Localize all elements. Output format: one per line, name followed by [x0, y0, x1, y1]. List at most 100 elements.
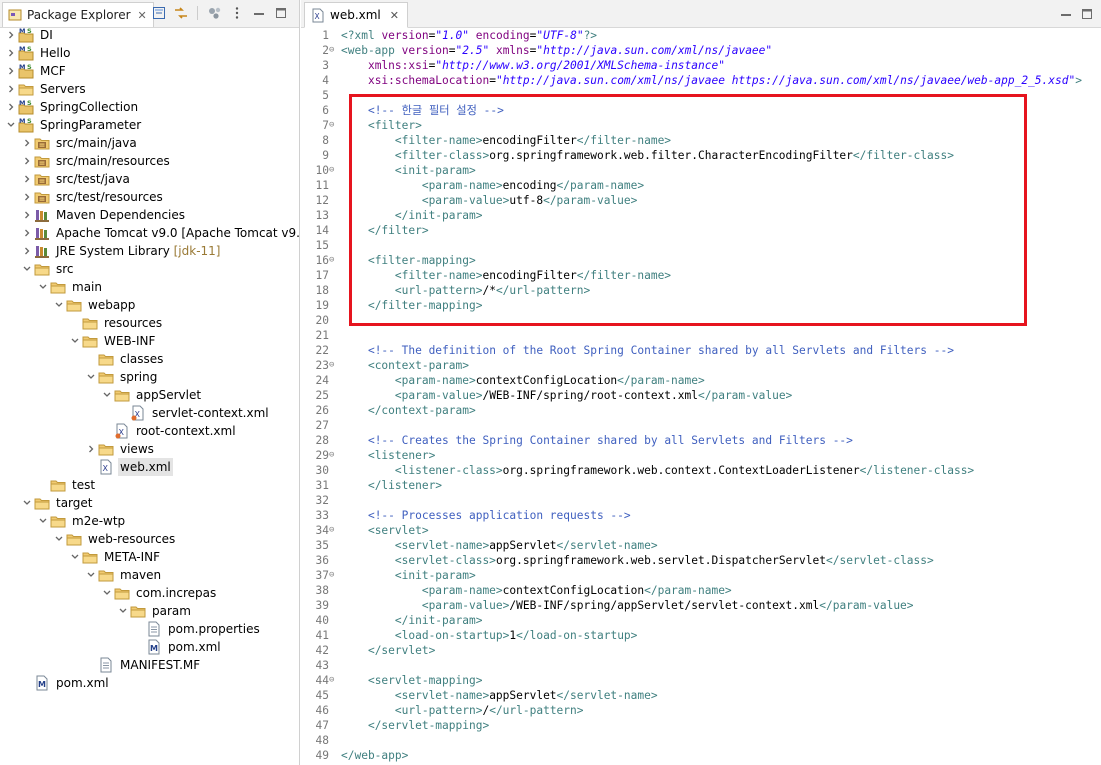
- tree-item[interactable]: resources: [0, 314, 299, 332]
- chevron-down-icon[interactable]: [38, 512, 48, 530]
- tree-item[interactable]: src/main/java: [0, 134, 299, 152]
- tree-item[interactable]: M S SpringParameter: [0, 116, 299, 134]
- tree-item[interactable]: m2e-wtp: [0, 512, 299, 530]
- chevron-down-icon[interactable]: [54, 530, 64, 548]
- fold-collapse-icon[interactable]: ⊖: [329, 358, 339, 373]
- tree-item[interactable]: appServlet: [0, 386, 299, 404]
- code-line[interactable]: 10 ⊖ <init-param>: [301, 163, 1101, 178]
- code-line[interactable]: 16 ⊖ <filter-mapping>: [301, 253, 1101, 268]
- tree-item[interactable]: M S MCF: [0, 62, 299, 80]
- code-line[interactable]: 22 <!-- The definition of the Root Sprin…: [301, 343, 1101, 358]
- tree-item[interactable]: main: [0, 278, 299, 296]
- code-line[interactable]: 29 ⊖ <listener>: [301, 448, 1101, 463]
- maximize-icon[interactable]: [272, 5, 289, 21]
- code-line[interactable]: 44 ⊖ <servlet-mapping>: [301, 673, 1101, 688]
- chevron-right-icon[interactable]: [22, 170, 32, 188]
- close-view-icon[interactable]: ✕: [138, 9, 147, 22]
- chevron-right-icon[interactable]: [6, 44, 16, 62]
- code-line[interactable]: 49 </web-app>: [301, 748, 1101, 763]
- code-line[interactable]: 11 <param-name>encoding</param-name>: [301, 178, 1101, 193]
- code-line[interactable]: 48: [301, 733, 1101, 748]
- code-line[interactable]: 1 <?xml version="1.0" encoding="UTF-8"?>: [301, 28, 1101, 43]
- chevron-right-icon[interactable]: [6, 80, 16, 98]
- code-line[interactable]: 28 <!-- Creates the Spring Container sha…: [301, 433, 1101, 448]
- code-line[interactable]: 40 </init-param>: [301, 613, 1101, 628]
- code-line[interactable]: 13 </init-param>: [301, 208, 1101, 223]
- fold-collapse-icon[interactable]: ⊖: [329, 568, 339, 583]
- code-area[interactable]: 1 <?xml version="1.0" encoding="UTF-8"?> 2…: [301, 27, 1101, 765]
- code-line[interactable]: 33 <!-- Processes application requests -…: [301, 508, 1101, 523]
- tree-item[interactable]: Apache Tomcat v9.0 [Apache Tomcat v9.0]: [0, 224, 299, 242]
- tree-item[interactable]: Servers: [0, 80, 299, 98]
- close-editor-icon[interactable]: ✕: [390, 9, 399, 22]
- code-line[interactable]: 14 </filter>: [301, 223, 1101, 238]
- chevron-right-icon[interactable]: [22, 134, 32, 152]
- chevron-right-icon[interactable]: [22, 188, 32, 206]
- tree-item[interactable]: web-resources: [0, 530, 299, 548]
- chevron-right-icon[interactable]: [86, 440, 96, 458]
- code-line[interactable]: 37 ⊖ <init-param>: [301, 568, 1101, 583]
- tree-item[interactable]: WEB-INF: [0, 332, 299, 350]
- code-line[interactable]: 46 <url-pattern>/</url-pattern>: [301, 703, 1101, 718]
- code-line[interactable]: 9 <filter-class>org.springframework.web.…: [301, 148, 1101, 163]
- code-line[interactable]: 21: [301, 328, 1101, 343]
- tab-web-xml[interactable]: X web.xml ✕: [304, 2, 408, 28]
- code-line[interactable]: 5: [301, 88, 1101, 103]
- fold-collapse-icon[interactable]: ⊖: [329, 118, 339, 133]
- maximize-icon[interactable]: [1078, 6, 1095, 22]
- code-line[interactable]: 24 <param-name>contextConfigLocation</pa…: [301, 373, 1101, 388]
- code-line[interactable]: 31 </listener>: [301, 478, 1101, 493]
- tree-item[interactable]: JRE System Library [jdk-11]: [0, 242, 299, 260]
- code-line[interactable]: 12 <param-value>utf-8</param-value>: [301, 193, 1101, 208]
- code-line[interactable]: 26 </context-param>: [301, 403, 1101, 418]
- chevron-down-icon[interactable]: [54, 296, 64, 314]
- code-line[interactable]: 17 <filter-name>encodingFilter</filter-n…: [301, 268, 1101, 283]
- chevron-down-icon[interactable]: [70, 332, 80, 350]
- code-line[interactable]: 45 <servlet-name>appServlet</servlet-nam…: [301, 688, 1101, 703]
- tree-item[interactable]: Xweb.xml: [0, 458, 299, 476]
- chevron-right-icon[interactable]: [22, 242, 32, 260]
- fold-collapse-icon[interactable]: ⊖: [329, 523, 339, 538]
- code-line[interactable]: 7 ⊖ <filter>: [301, 118, 1101, 133]
- tree-item[interactable]: src/main/resources: [0, 152, 299, 170]
- tree-item[interactable]: classes: [0, 350, 299, 368]
- collapse-all-icon[interactable]: [150, 5, 167, 21]
- code-line[interactable]: 15: [301, 238, 1101, 253]
- chevron-down-icon[interactable]: [102, 584, 112, 602]
- fold-collapse-icon[interactable]: ⊖: [329, 43, 339, 58]
- chevron-right-icon[interactable]: [22, 152, 32, 170]
- tree-item[interactable]: M S DI: [0, 26, 299, 44]
- tree-item[interactable]: webapp: [0, 296, 299, 314]
- tree-item[interactable]: maven: [0, 566, 299, 584]
- code-line[interactable]: 3 xmlns:xsi="http://www.w3.org/2001/XMLS…: [301, 58, 1101, 73]
- focus-icon[interactable]: [206, 5, 223, 21]
- tree-item[interactable]: M S Hello: [0, 44, 299, 62]
- tree-item[interactable]: Xroot-context.xml: [0, 422, 299, 440]
- code-line[interactable]: 23 ⊖ <context-param>: [301, 358, 1101, 373]
- code-line[interactable]: 27: [301, 418, 1101, 433]
- tree-item[interactable]: test: [0, 476, 299, 494]
- tree-item[interactable]: Mpom.xml: [0, 674, 299, 692]
- tree-item[interactable]: MANIFEST.MF: [0, 656, 299, 674]
- chevron-down-icon[interactable]: [70, 548, 80, 566]
- tree-item[interactable]: com.increpas: [0, 584, 299, 602]
- code-line[interactable]: 43: [301, 658, 1101, 673]
- chevron-down-icon[interactable]: [6, 116, 16, 134]
- code-line[interactable]: 34 ⊖ <servlet>: [301, 523, 1101, 538]
- code-line[interactable]: 38 <param-name>contextConfigLocation</pa…: [301, 583, 1101, 598]
- tree-item[interactable]: param: [0, 602, 299, 620]
- code-line[interactable]: 42 </servlet>: [301, 643, 1101, 658]
- code-line[interactable]: 2 ⊖ <web-app version="2.5" xmlns="http://j…: [301, 43, 1101, 58]
- tree-item[interactable]: spring: [0, 368, 299, 386]
- code-line[interactable]: 39 <param-value>/WEB-INF/spring/appServl…: [301, 598, 1101, 613]
- tree-item[interactable]: Xservlet-context.xml: [0, 404, 299, 422]
- code-line[interactable]: 32: [301, 493, 1101, 508]
- chevron-down-icon[interactable]: [86, 368, 96, 386]
- code-line[interactable]: 6 <!-- 한글 필터 설정 -->: [301, 103, 1101, 118]
- chevron-right-icon[interactable]: [6, 98, 16, 116]
- code-line[interactable]: 30 <listener-class>org.springframework.w…: [301, 463, 1101, 478]
- tree-item[interactable]: META-INF: [0, 548, 299, 566]
- chevron-down-icon[interactable]: [118, 602, 128, 620]
- package-explorer-tab[interactable]: Package Explorer ✕: [2, 2, 154, 27]
- tree-item[interactable]: M S SpringCollection: [0, 98, 299, 116]
